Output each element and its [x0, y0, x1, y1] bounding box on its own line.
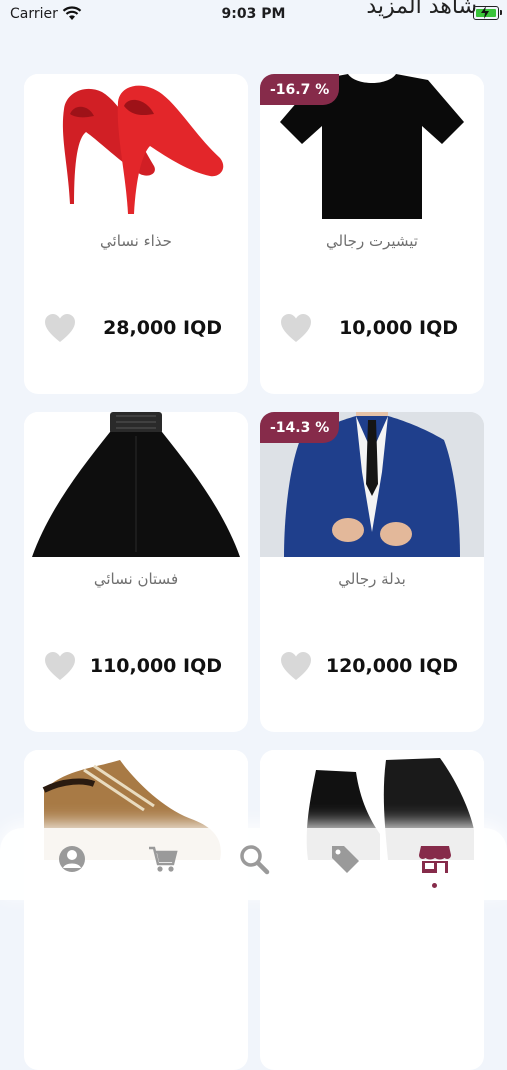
discount-badge: -14.3 % — [260, 412, 340, 443]
product-price: 120,000 IQD — [325, 655, 458, 677]
product-card[interactable]: -14.3 % بدلة رجالي 120,000 IQD — [260, 412, 484, 732]
tab-search[interactable] — [237, 842, 271, 876]
product-name: تيشيرت رجالي — [326, 232, 418, 250]
battery-icon — [473, 6, 502, 20]
product-image[interactable] — [24, 74, 248, 219]
see-more-link[interactable]: شاهد المزيد — [366, 0, 477, 19]
cart-icon — [149, 846, 178, 872]
product-price: 10,000 IQD — [339, 317, 458, 339]
offers-tag-icon — [332, 846, 359, 873]
active-tab-indicator — [432, 883, 437, 888]
product-name: فستان نسائي — [93, 570, 179, 588]
product-name: بدلة رجالي — [338, 570, 406, 588]
tab-profile[interactable] — [55, 842, 89, 876]
tab-cart[interactable] — [146, 842, 180, 876]
product-price: 110,000 IQD — [89, 655, 222, 677]
heart-icon[interactable] — [44, 651, 76, 681]
store-icon — [419, 846, 451, 873]
heart-icon[interactable] — [280, 651, 312, 681]
status-bar: Carrier 9:03 PM شاهد المزيد — [0, 0, 507, 30]
product-name: حذاء نسائي — [100, 232, 172, 250]
heart-icon[interactable] — [44, 313, 76, 343]
tab-store[interactable] — [418, 842, 452, 876]
bottom-tab-bar — [0, 828, 507, 900]
product-card[interactable]: -16.7 % تيشيرت رجالي 10,000 IQD — [260, 74, 484, 394]
product-card[interactable]: حذاء نسائي 28,000 IQD — [24, 74, 248, 394]
product-card[interactable] — [24, 750, 248, 1070]
product-card[interactable]: فستان نسائي 110,000 IQD — [24, 412, 248, 732]
discount-badge: -16.7 % — [260, 74, 340, 105]
product-card[interactable] — [260, 750, 484, 1070]
product-price: 28,000 IQD — [103, 317, 222, 339]
profile-icon — [59, 846, 85, 872]
tab-offers[interactable] — [328, 842, 362, 876]
product-image[interactable] — [24, 412, 248, 557]
heart-icon[interactable] — [280, 313, 312, 343]
search-icon — [240, 845, 270, 875]
